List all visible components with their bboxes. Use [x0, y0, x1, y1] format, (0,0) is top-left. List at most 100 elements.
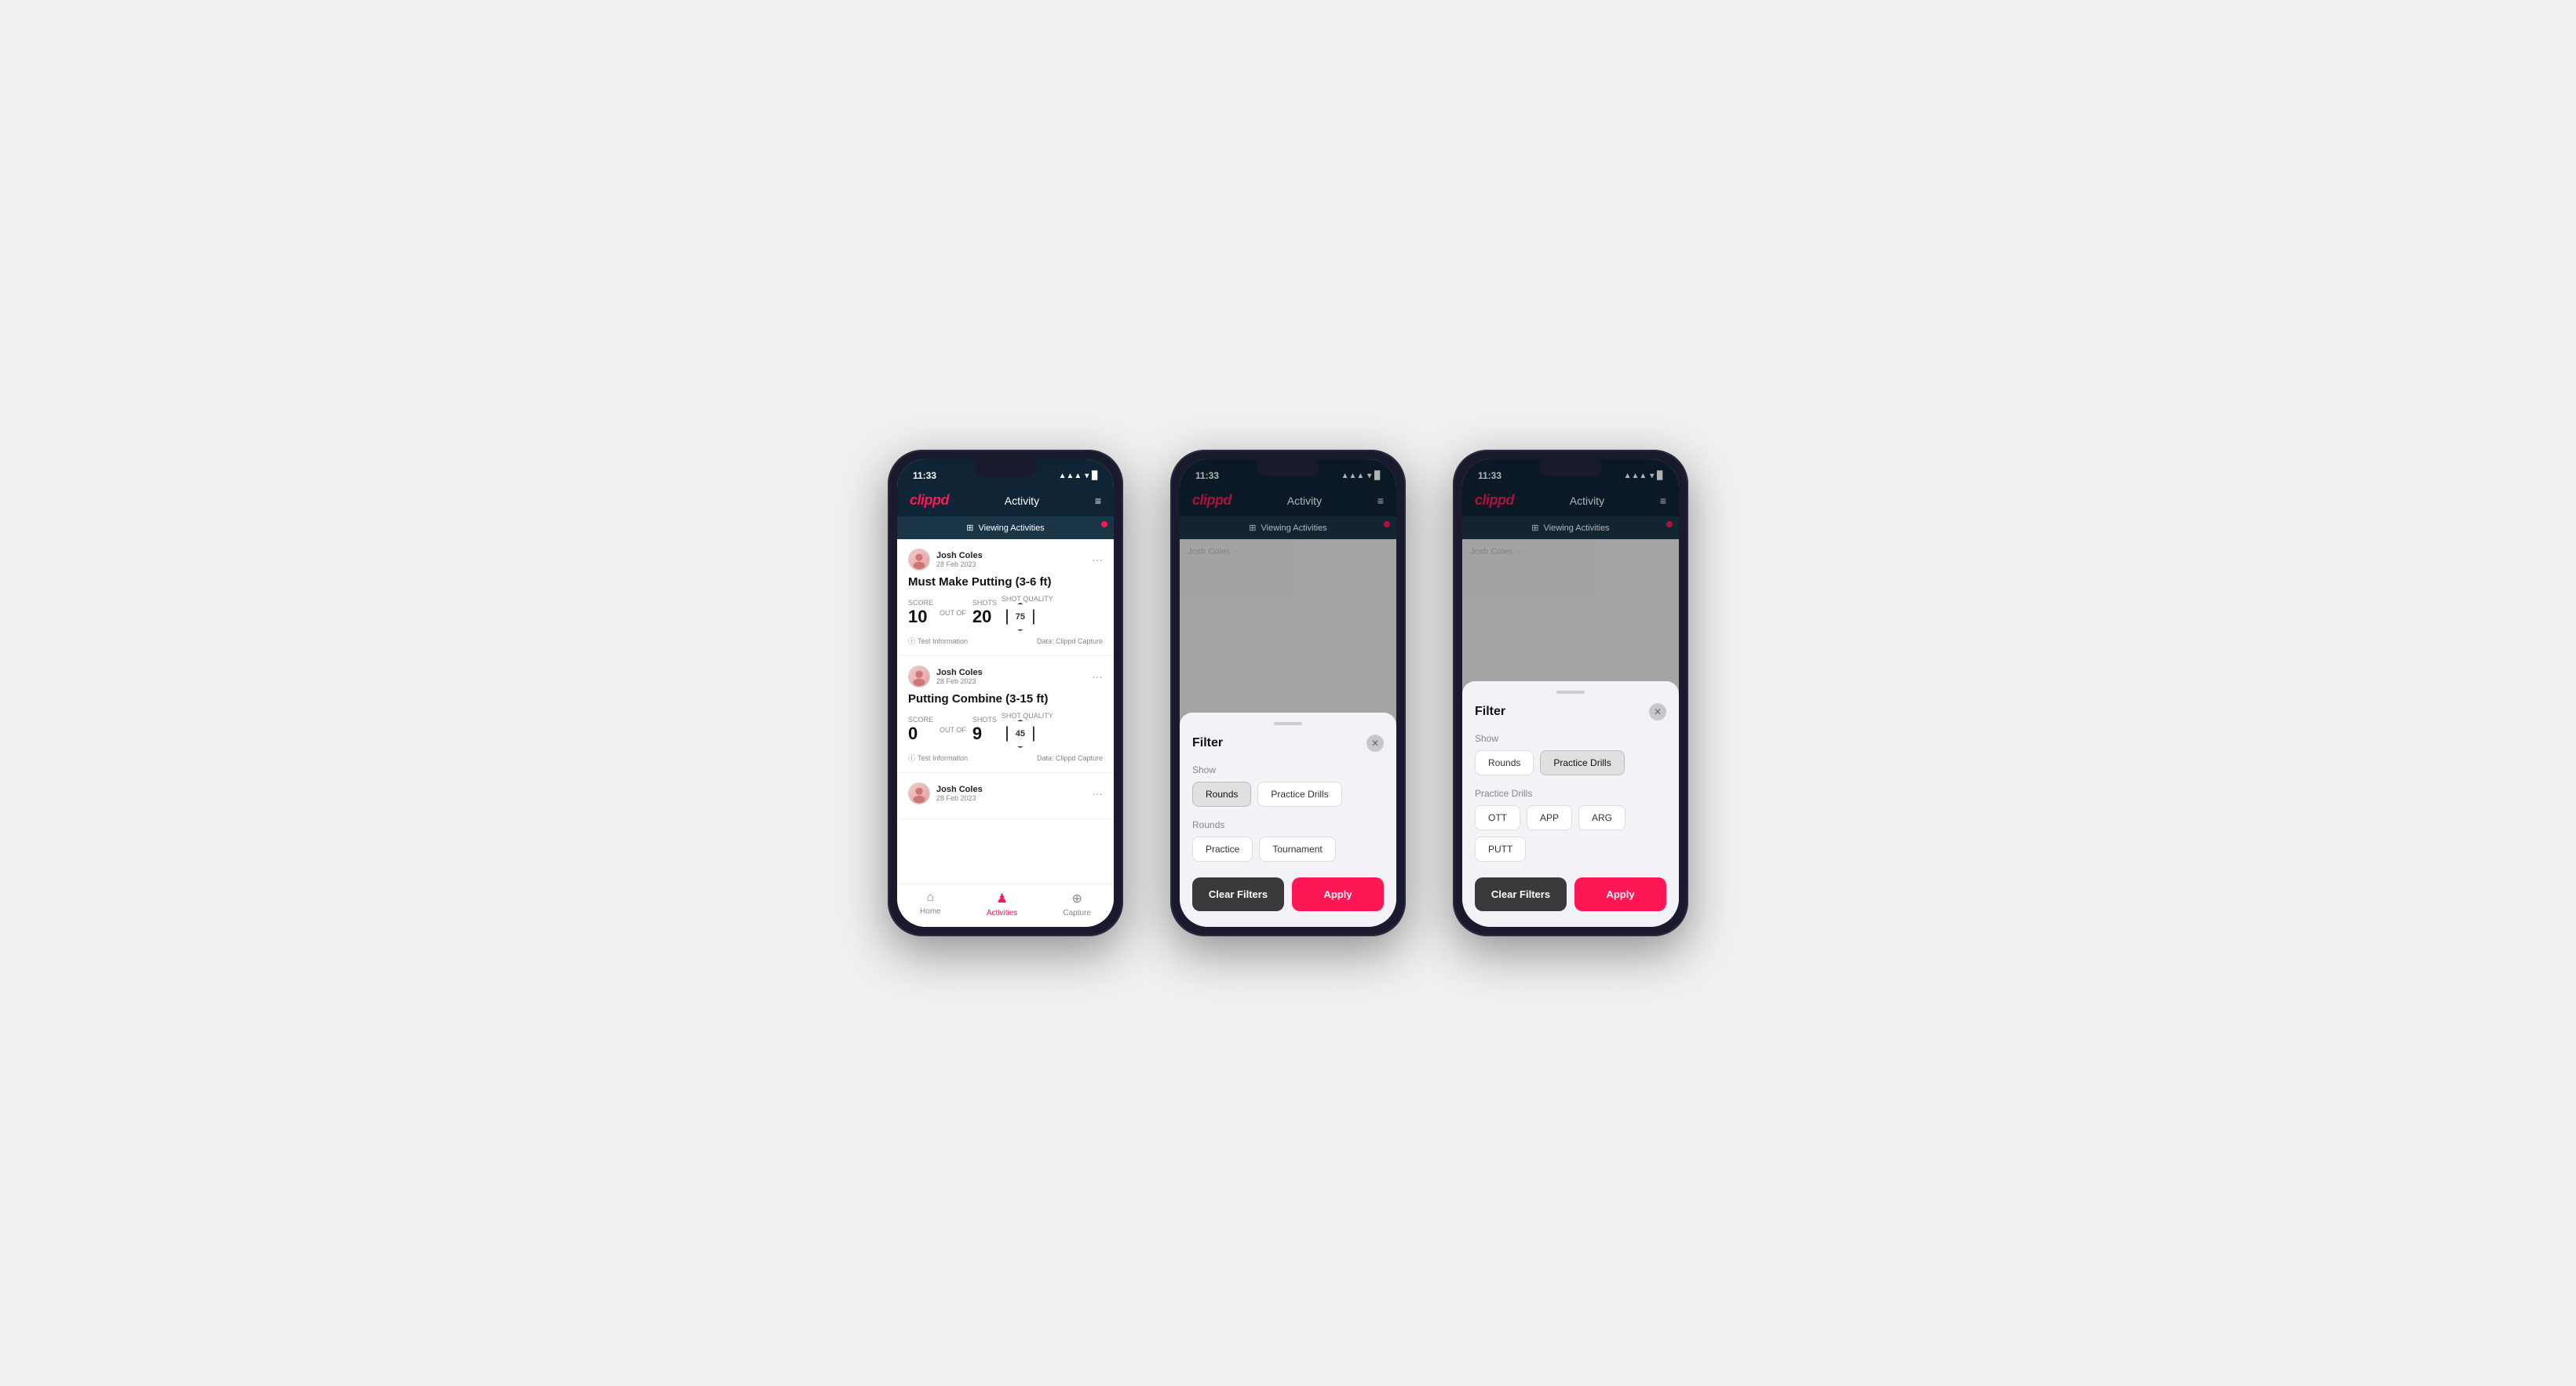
drill-buttons-3: OTT APP ARG PUTT: [1475, 805, 1666, 862]
user-details-3: Josh Coles 28 Feb 2023: [936, 785, 983, 802]
bottom-nav-1: ⌂ Home ♟ Activities ⊕ Capture: [897, 884, 1114, 927]
filter-icon-1: ⊞: [966, 523, 973, 533]
more-icon-1[interactable]: ···: [1092, 553, 1103, 566]
modal-header-3: Filter ✕: [1475, 703, 1666, 720]
shots-value-1: 20: [972, 607, 991, 626]
info-icon-2: ⓘ: [908, 753, 915, 763]
avatar-2: [908, 666, 930, 688]
practice-drills-section-label-3: Practice Drills: [1475, 788, 1666, 799]
ott-btn-3[interactable]: OTT: [1475, 805, 1520, 830]
shot-quality-section-1: Shot Quality 75: [1002, 595, 1053, 631]
wifi-icon: ▾: [1085, 472, 1089, 480]
test-info-2: ⓘ Test Information: [908, 753, 968, 763]
status-time-1: 11:33: [913, 470, 936, 481]
rounds-btn-3[interactable]: Rounds: [1475, 750, 1534, 775]
phone-1-screen: 11:33 ▲▲▲ ▾ ▉ clippd Activity ≡ ⊞ Viewin…: [897, 459, 1114, 927]
modal-actions-3: Clear Filters Apply: [1475, 877, 1666, 911]
modal-overlay-3: Filter ✕ Show Rounds Practice Drills Pra…: [1462, 459, 1679, 927]
card-header-3: Josh Coles 28 Feb 2023 ···: [908, 782, 1103, 804]
test-info-1: ⓘ Test Information: [908, 636, 968, 646]
card-header-2: Josh Coles 28 Feb 2023 ···: [908, 666, 1103, 688]
nav-home-1[interactable]: ⌂ Home: [920, 891, 941, 917]
card-title-1: Must Make Putting (3-6 ft): [908, 575, 1103, 589]
shot-quality-badge-1: 75: [1006, 603, 1034, 631]
avatar-1: [908, 549, 930, 571]
putt-btn-3[interactable]: PUTT: [1475, 837, 1526, 862]
modal-close-2[interactable]: ✕: [1366, 735, 1384, 752]
modal-handle-3: [1556, 691, 1585, 694]
activities-icon-1: ♟: [996, 891, 1007, 906]
modal-overlay-2: Filter ✕ Show Rounds Practice Drills Rou…: [1180, 459, 1396, 927]
modal-sheet-2[interactable]: Filter ✕ Show Rounds Practice Drills Rou…: [1180, 713, 1396, 927]
home-label-1: Home: [920, 907, 941, 916]
shots-section-2: Shots 9: [972, 716, 997, 744]
home-icon-1: ⌂: [927, 891, 935, 905]
phone-2-screen: 11:33 ▲▲▲ ▾ ▉ clippd Activity ≡ ⊞ Viewin…: [1180, 459, 1396, 927]
rounds-btn-2[interactable]: Rounds: [1192, 782, 1251, 807]
modal-header-2: Filter ✕: [1192, 735, 1384, 752]
phone-3-screen: 11:33 ▲▲▲ ▾ ▉ clippd Activity ≡ ⊞ Viewin…: [1462, 459, 1679, 927]
activities-label-1: Activities: [987, 909, 1017, 917]
nav-activities-1[interactable]: ♟ Activities: [987, 891, 1017, 917]
activity-card-1: Josh Coles 28 Feb 2023 ··· Must Make Put…: [897, 539, 1114, 656]
user-name-3: Josh Coles: [936, 785, 983, 794]
header-title-1: Activity: [1005, 494, 1039, 507]
shot-quality-section-2: Shot Quality 45: [1002, 712, 1053, 748]
notification-dot-1: [1101, 521, 1107, 527]
practice-btn-2[interactable]: Practice: [1192, 837, 1253, 862]
rounds-buttons-2: Practice Tournament: [1192, 837, 1384, 862]
out-of-1: OUT OF: [940, 609, 966, 617]
dynamic-island-2: [1257, 458, 1319, 476]
avatar-img-2: [909, 666, 929, 687]
rounds-section-2: Rounds Practice Tournament: [1192, 819, 1384, 862]
modal-actions-2: Clear Filters Apply: [1192, 877, 1384, 911]
shots-value-2: 9: [972, 724, 982, 743]
practice-drills-btn-2[interactable]: Practice Drills: [1257, 782, 1341, 807]
data-info-1: Data: Clippd Capture: [1037, 637, 1103, 645]
clear-filters-btn-3[interactable]: Clear Filters: [1475, 877, 1567, 911]
user-details-2: Josh Coles 28 Feb 2023: [936, 668, 983, 685]
show-section-2: Show Rounds Practice Drills: [1192, 764, 1384, 807]
modal-sheet-3[interactable]: Filter ✕ Show Rounds Practice Drills Pra…: [1462, 681, 1679, 927]
viewing-bar-1[interactable]: ⊞ Viewing Activities: [897, 516, 1114, 539]
modal-handle-2: [1274, 722, 1302, 725]
more-icon-2[interactable]: ···: [1092, 670, 1103, 683]
card-title-2: Putting Combine (3-15 ft): [908, 692, 1103, 706]
battery-icon: ▉: [1092, 472, 1098, 480]
more-icon-3[interactable]: ···: [1092, 787, 1103, 800]
avatar-img-3: [909, 783, 929, 804]
user-date-3: 28 Feb 2023: [936, 794, 983, 802]
practice-drills-section-3: Practice Drills OTT APP ARG PUTT: [1475, 788, 1666, 862]
show-label-2: Show: [1192, 764, 1384, 775]
phones-container: 11:33 ▲▲▲ ▾ ▉ clippd Activity ≡ ⊞ Viewin…: [888, 450, 1688, 936]
card-footer-2: ⓘ Test Information Data: Clippd Capture: [908, 753, 1103, 763]
apply-btn-3[interactable]: Apply: [1574, 877, 1666, 911]
dynamic-island: [974, 458, 1037, 476]
user-info-2: Josh Coles 28 Feb 2023: [908, 666, 983, 688]
user-date-1: 28 Feb 2023: [936, 560, 983, 568]
modal-close-3[interactable]: ✕: [1649, 703, 1666, 720]
shot-quality-badge-2: 45: [1006, 720, 1034, 748]
show-label-3: Show: [1475, 733, 1666, 744]
apply-btn-2[interactable]: Apply: [1292, 877, 1384, 911]
modal-title-2: Filter: [1192, 736, 1223, 750]
activity-card-3: Josh Coles 28 Feb 2023 ···: [897, 773, 1114, 819]
nav-capture-1[interactable]: ⊕ Capture: [1063, 891, 1091, 917]
show-section-3: Show Rounds Practice Drills: [1475, 733, 1666, 775]
show-buttons-3: Rounds Practice Drills: [1475, 750, 1666, 775]
practice-drills-btn-3[interactable]: Practice Drills: [1540, 750, 1624, 775]
score-value-1: 10: [908, 607, 927, 626]
hamburger-icon-1[interactable]: ≡: [1095, 494, 1101, 507]
clear-filters-btn-2[interactable]: Clear Filters: [1192, 877, 1284, 911]
app-header-1: clippd Activity ≡: [897, 486, 1114, 516]
card-header-1: Josh Coles 28 Feb 2023 ···: [908, 549, 1103, 571]
logo-1: clippd: [910, 492, 949, 509]
score-section-2: Score 0: [908, 716, 933, 744]
arg-btn-3[interactable]: ARG: [1578, 805, 1626, 830]
card-stats-2: Score 0 OUT OF Shots 9 Shot Quality 45: [908, 712, 1103, 748]
shots-section-1: Shots 20: [972, 599, 997, 627]
app-btn-3[interactable]: APP: [1527, 805, 1572, 830]
screen-content-1: Josh Coles 28 Feb 2023 ··· Must Make Put…: [897, 539, 1114, 884]
tournament-btn-2[interactable]: Tournament: [1259, 837, 1335, 862]
data-info-2: Data: Clippd Capture: [1037, 754, 1103, 762]
